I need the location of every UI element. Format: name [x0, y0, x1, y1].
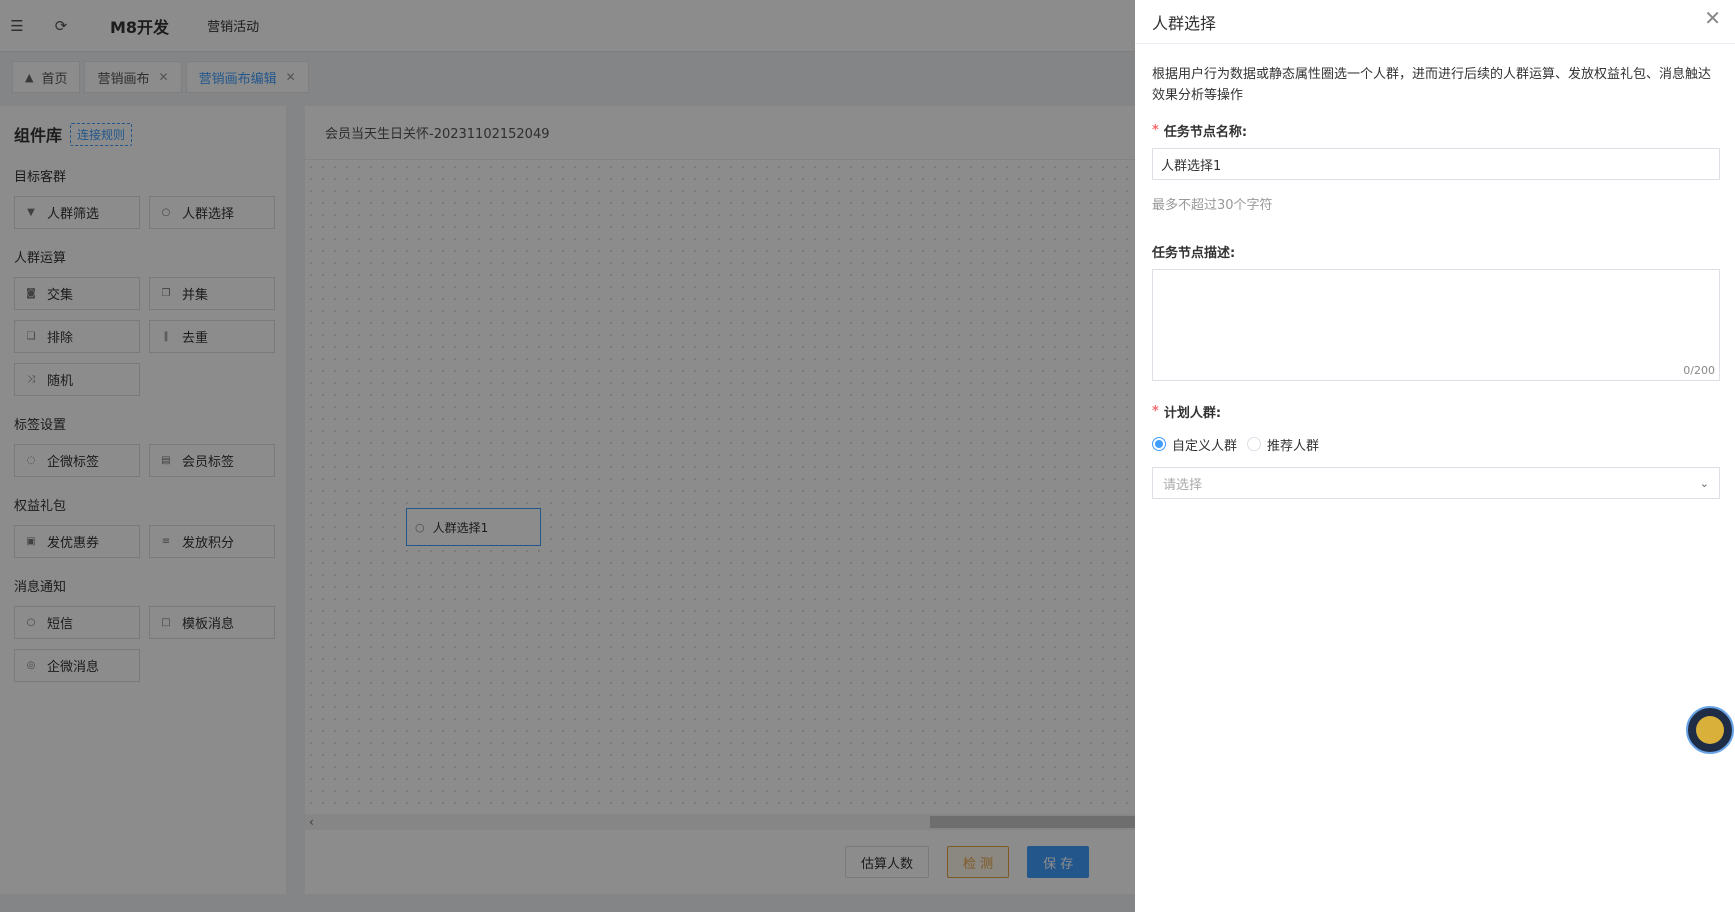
radio-custom-crowd[interactable]: [1152, 437, 1166, 451]
crowd-type-radio-group: 自定义人群 推荐人群: [1152, 434, 1718, 454]
crowd-select-drawer: 人群选择 ✕ 根据用户行为数据或静态属性圈选一个人群，进而进行后续的人群运算、发…: [1135, 0, 1735, 912]
drawer-header: 人群选择 ✕: [1135, 0, 1735, 44]
avatar-image: [1696, 716, 1724, 744]
drawer-title: 人群选择: [1152, 13, 1217, 33]
node-name-hint: 最多不超过30个字符: [1152, 198, 1273, 213]
node-name-label: * 任务节点名称:: [1152, 120, 1718, 140]
plan-crowd-label: * 计划人群:: [1152, 401, 1718, 421]
label-text: 任务节点描述:: [1152, 245, 1236, 261]
radio-label-custom[interactable]: 自定义人群: [1172, 435, 1237, 454]
select-placeholder: 请选择: [1163, 477, 1203, 493]
close-icon[interactable]: ✕: [1704, 6, 1721, 30]
node-desc-textarea[interactable]: 0/200: [1152, 269, 1720, 381]
required-mark: *: [1152, 122, 1159, 138]
drawer-body: 根据用户行为数据或静态属性圈选一个人群，进而进行后续的人群运算、发放权益礼包、消…: [1135, 44, 1735, 515]
chevron-down-icon: ⌄: [1699, 476, 1709, 490]
crowd-select-dropdown[interactable]: 请选择 ⌄: [1152, 467, 1720, 499]
char-counter: 0/200: [1683, 364, 1715, 377]
node-name-input[interactable]: 人群选择1: [1152, 148, 1720, 180]
label-text: 任务节点名称:: [1163, 124, 1248, 140]
label-text: 计划人群:: [1163, 405, 1222, 421]
assistant-avatar[interactable]: [1686, 706, 1734, 754]
radio-recommend-crowd[interactable]: [1247, 437, 1262, 451]
drawer-description: 根据用户行为数据或静态属性圈选一个人群，进而进行后续的人群运算、发放权益礼包、消…: [1152, 67, 1712, 103]
node-desc-label: 任务节点描述:: [1152, 241, 1718, 261]
radio-label-recommend[interactable]: 推荐人群: [1267, 435, 1319, 454]
required-mark: *: [1152, 403, 1159, 419]
modal-overlay[interactable]: [0, 0, 1135, 912]
